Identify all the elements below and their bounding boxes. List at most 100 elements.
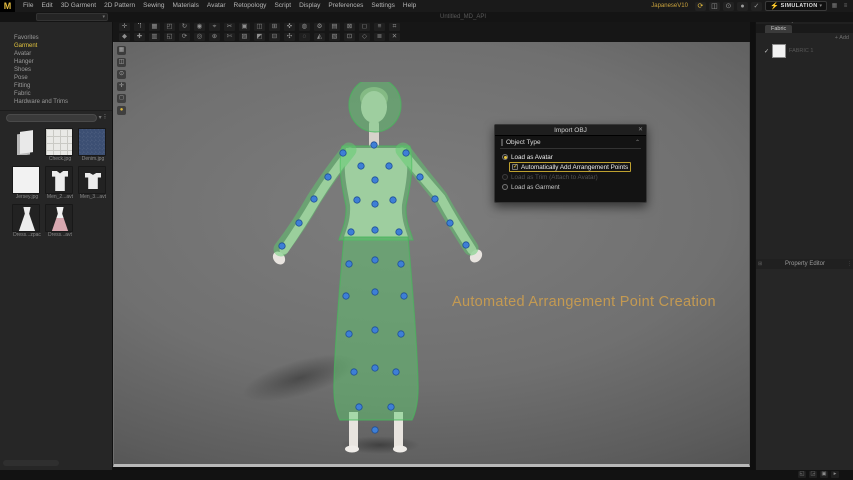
menu-item[interactable]: Help	[399, 0, 420, 12]
tool-icon[interactable]: ▦	[149, 23, 160, 31]
menu-item[interactable]: 2D Pattern	[100, 0, 139, 12]
arrangement-point[interactable]	[372, 227, 378, 233]
tool-icon[interactable]: ≡	[374, 23, 385, 31]
tool-icon[interactable]: ✕	[389, 33, 400, 41]
arrangement-point[interactable]	[358, 163, 364, 169]
tool-icon[interactable]: ◇	[359, 33, 370, 41]
arrangement-point[interactable]	[279, 243, 285, 249]
arrangement-point[interactable]	[372, 257, 378, 263]
tool-icon[interactable]: ◰	[164, 23, 175, 31]
add-button[interactable]: + Add	[835, 35, 849, 41]
arrangement-point[interactable]	[372, 201, 378, 207]
arrangement-point[interactable]	[343, 293, 349, 299]
arrangement-point[interactable]	[351, 369, 357, 375]
library-item[interactable]: Jersey.jpg	[12, 166, 42, 200]
library-item[interactable]: Denim.jpg	[78, 128, 108, 162]
viewport-tool-icon[interactable]: ✛	[117, 82, 126, 91]
arrangement-point[interactable]	[372, 177, 378, 183]
library-folder[interactable]: Hardware and Trims	[0, 98, 112, 106]
filter-icon[interactable]: ▾	[99, 114, 102, 122]
arrangement-point[interactable]	[386, 163, 392, 169]
tool-icon[interactable]: ⠹	[134, 23, 145, 31]
tool-icon[interactable]: ✂	[224, 23, 235, 31]
option-control-icon[interactable]	[502, 184, 508, 190]
layout-icon[interactable]: ▸	[831, 471, 839, 478]
check-icon[interactable]: ✓	[764, 48, 769, 55]
menu-item[interactable]: Preferences	[324, 0, 367, 12]
dialog-section-header[interactable]: Object Type ⌃	[500, 138, 641, 149]
chevron-down-icon[interactable]: ▾	[819, 3, 822, 9]
arrangement-point[interactable]	[348, 229, 354, 235]
viewport-tool-icon[interactable]: ◻	[117, 94, 126, 103]
property-editor-header[interactable]: ⊞ Property Editor ⋮	[756, 259, 853, 269]
arrangement-point[interactable]	[372, 327, 378, 333]
layout-icon[interactable]: ◲	[809, 471, 817, 478]
menu-item[interactable]: Retopology	[230, 0, 271, 12]
viewport-tool-icon[interactable]: ▦	[117, 46, 126, 55]
menu-item[interactable]: Materials	[169, 0, 203, 12]
dialog-option[interactable]: Load as Garment	[502, 182, 639, 192]
arrangement-point[interactable]	[432, 196, 438, 202]
window-icon[interactable]: ≡	[841, 2, 850, 10]
library-folder[interactable]: Pose	[0, 74, 112, 82]
tool-icon[interactable]: ✣	[284, 33, 295, 41]
menu-item[interactable]: Display	[295, 0, 324, 12]
more-icon[interactable]: ⋮	[847, 261, 852, 267]
arrangement-point[interactable]	[340, 150, 346, 156]
tool-icon[interactable]: ✄	[224, 33, 235, 41]
library-item[interactable]: Men_3...avt	[78, 166, 108, 200]
tool-icon[interactable]: ◌	[299, 33, 310, 41]
tool-icon[interactable]: ✜	[284, 23, 295, 31]
viewport-tool-icon[interactable]: ⊙	[117, 70, 126, 79]
tool-icon[interactable]: ◫	[254, 23, 265, 31]
arrangement-point[interactable]	[372, 289, 378, 295]
collapse-icon[interactable]: ⌃	[635, 139, 640, 146]
library-folder[interactable]: Avatar	[0, 50, 112, 58]
tool-icon[interactable]: ◉	[194, 23, 205, 31]
arrangement-point[interactable]	[388, 404, 394, 410]
topbar-icon[interactable]: ●	[737, 2, 748, 11]
dialog-option[interactable]: Load as Trim (Attach to Avatar)	[502, 172, 639, 182]
arrangement-point[interactable]	[356, 404, 362, 410]
dialog-titlebar[interactable]: Import OBJ ✕	[495, 125, 646, 136]
mode-dropdown[interactable]: ▾	[36, 13, 108, 21]
library-item[interactable]: Dress...avt	[45, 204, 75, 238]
menu-item[interactable]: Avatar	[203, 0, 230, 12]
tool-icon[interactable]: ⊡	[344, 33, 355, 41]
arrangement-point[interactable]	[346, 331, 352, 337]
library-folder[interactable]: Hanger	[0, 58, 112, 66]
window-icon[interactable]: ▦	[830, 2, 839, 10]
avatar-model[interactable]	[254, 82, 494, 462]
arrangement-point[interactable]	[401, 293, 407, 299]
library-folder[interactable]: Fabric	[0, 90, 112, 98]
arrangement-point[interactable]	[371, 142, 377, 148]
menu-item[interactable]: Edit	[37, 0, 56, 12]
topbar-icon[interactable]: ⟳	[695, 2, 706, 11]
tool-icon[interactable]: ▤	[329, 23, 340, 31]
tool-icon[interactable]: ▣	[239, 23, 250, 31]
tool-icon[interactable]: ⊠	[344, 23, 355, 31]
tool-icon[interactable]: ≣	[374, 33, 385, 41]
menu-item[interactable]: File	[19, 0, 37, 12]
viewport-3d[interactable]: ▦◫⊙✛◻● Automated Arrangem	[113, 42, 750, 467]
dialog-option[interactable]: Automatically Add Arrangement Points	[509, 162, 631, 172]
arrangement-point[interactable]	[447, 220, 453, 226]
topbar-icon[interactable]: ⊙	[723, 2, 734, 11]
arrangement-point[interactable]	[393, 369, 399, 375]
library-item[interactable]: Check.jpg	[45, 128, 75, 162]
arrangement-point[interactable]	[372, 427, 378, 433]
arrangement-point[interactable]	[346, 261, 352, 267]
library-folder[interactable]: Fitting	[0, 82, 112, 90]
tool-icon[interactable]: ◎	[194, 33, 205, 41]
tool-icon[interactable]: ⟳	[179, 33, 190, 41]
menu-item[interactable]: Settings	[367, 0, 399, 12]
simulation-button[interactable]: ⚡ SIMULATION ▾	[765, 1, 827, 11]
tool-icon[interactable]: ⌗	[389, 23, 400, 31]
option-control-icon[interactable]	[502, 154, 508, 160]
fabric-swatch[interactable]	[772, 44, 786, 58]
arrangement-point[interactable]	[403, 150, 409, 156]
tool-icon[interactable]: ◭	[314, 33, 325, 41]
dialog-option[interactable]: Load as Avatar	[502, 152, 639, 162]
tool-icon[interactable]: ⊟	[269, 33, 280, 41]
layout-icon[interactable]: ▣	[820, 471, 828, 478]
